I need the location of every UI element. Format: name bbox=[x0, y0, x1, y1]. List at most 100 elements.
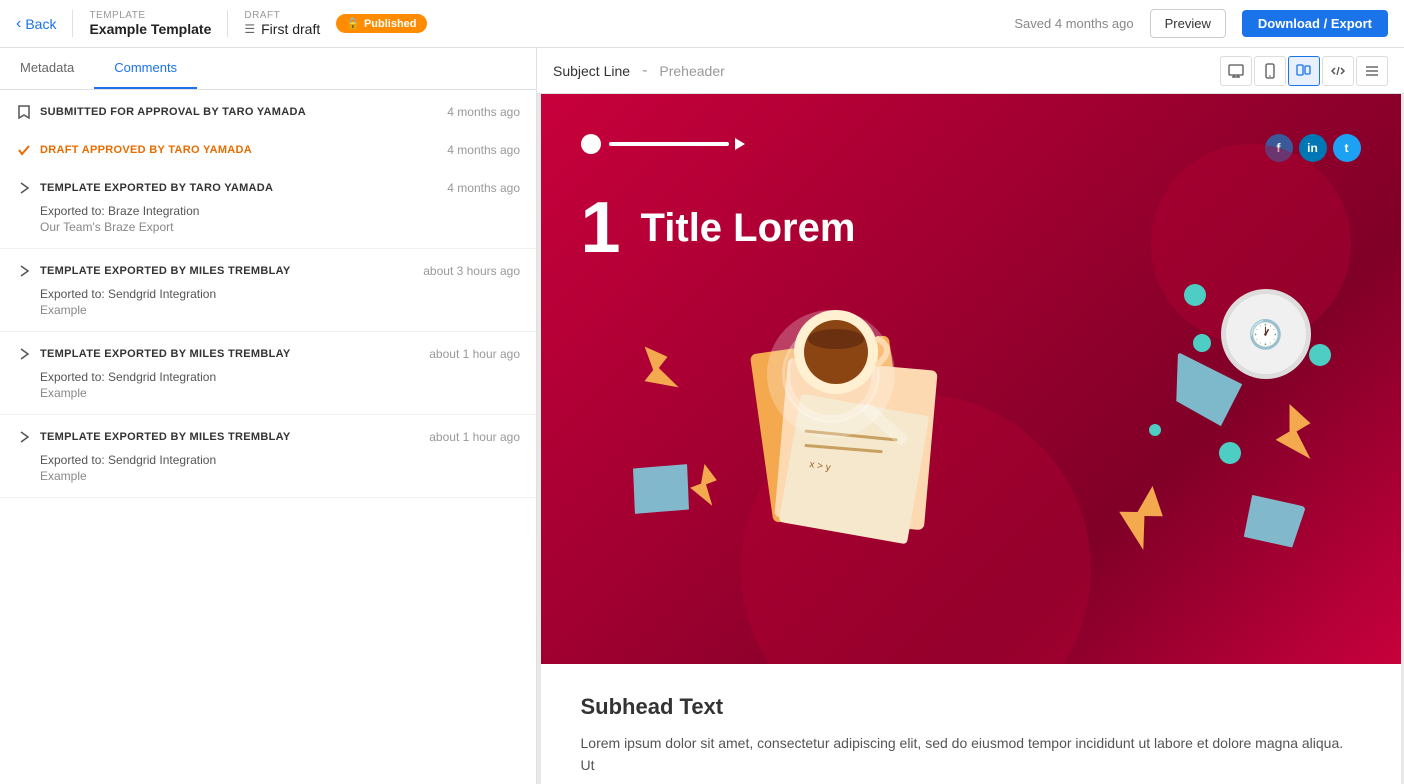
twitter-icon: t bbox=[1333, 134, 1361, 162]
email-content: f in t 1 Title Lorem bbox=[541, 94, 1401, 784]
activity-detail: Exported to: Sendgrid Integration Exampl… bbox=[0, 287, 536, 332]
preview-header: Subject Line - Preheader bbox=[537, 48, 1404, 94]
activity-title: TEMPLATE EXPORTED BY TARO YAMADA bbox=[40, 182, 273, 194]
activity-time: 4 months ago bbox=[447, 181, 520, 195]
detail-sub: Our Team's Braze Export bbox=[40, 220, 520, 234]
desktop-view-button[interactable] bbox=[1220, 56, 1252, 86]
hero-illustration: x > y bbox=[581, 284, 1361, 584]
template-label: TEMPLATE bbox=[89, 10, 211, 21]
activity-list: SUBMITTED FOR APPROVAL BY TARO YAMADA 4 … bbox=[0, 90, 536, 784]
activity-time: about 3 hours ago bbox=[423, 264, 520, 278]
hero-title: Title Lorem bbox=[641, 206, 856, 251]
list-icon: ☰ bbox=[244, 22, 255, 36]
published-label: Published bbox=[364, 18, 417, 30]
activity-time: about 1 hour ago bbox=[429, 430, 520, 444]
body-text: Lorem ipsum dolor sit amet, consectetur … bbox=[581, 732, 1361, 777]
draft-label: DRAFT bbox=[244, 10, 320, 21]
logo-line bbox=[609, 142, 729, 146]
check-icon bbox=[16, 142, 32, 158]
dot-decoration bbox=[1219, 442, 1241, 464]
activity-header: SUBMITTED FOR APPROVAL BY TARO YAMADA 4 … bbox=[0, 90, 536, 128]
dot-decoration bbox=[1193, 334, 1211, 352]
activity-detail: Exported to: Sendgrid Integration Exampl… bbox=[0, 370, 536, 415]
clock-icon: 🕐 bbox=[1221, 289, 1311, 379]
mobile-view-button[interactable] bbox=[1254, 56, 1286, 86]
activity-title: TEMPLATE EXPORTED BY MILES TREMBLAY bbox=[40, 431, 291, 443]
draft-info: DRAFT ☰ First draft bbox=[227, 10, 320, 37]
list-item: TEMPLATE EXPORTED BY MILES TREMBLAY abou… bbox=[0, 332, 536, 415]
list-item: TEMPLATE EXPORTED BY MILES TREMBLAY abou… bbox=[0, 415, 536, 498]
activity-title-approved: DRAFT APPROVED BY TARO YAMADA bbox=[40, 144, 252, 156]
activity-title: TEMPLATE EXPORTED BY MILES TREMBLAY bbox=[40, 348, 291, 360]
hero-logo bbox=[581, 134, 745, 154]
detail-sub: Example bbox=[40, 469, 520, 483]
export-arrow-icon bbox=[16, 429, 32, 445]
list-item: SUBMITTED FOR APPROVAL BY TARO YAMADA 4 … bbox=[0, 90, 536, 128]
export-arrow-icon bbox=[16, 180, 32, 196]
activity-time: 4 months ago bbox=[447, 143, 520, 157]
saved-text: Saved 4 months ago bbox=[1014, 16, 1133, 31]
logo-circle bbox=[581, 134, 601, 154]
activity-title: TEMPLATE EXPORTED BY MILES TREMBLAY bbox=[40, 265, 291, 277]
back-label: Back bbox=[25, 16, 56, 32]
subject-separator: - bbox=[642, 62, 647, 80]
export-arrow-icon bbox=[16, 346, 32, 362]
tab-metadata[interactable]: Metadata bbox=[0, 48, 94, 89]
main-content: Metadata Comments SUBMITTED FOR APPROVAL… bbox=[0, 48, 1404, 784]
list-item: TEMPLATE EXPORTED BY TARO YAMADA 4 month… bbox=[0, 166, 536, 249]
activity-detail: Exported to: Sendgrid Integration Exampl… bbox=[0, 453, 536, 498]
activity-title: SUBMITTED FOR APPROVAL BY TARO YAMADA bbox=[40, 106, 306, 118]
published-badge: 🔒 Published bbox=[336, 14, 426, 33]
back-arrow-icon: ‹ bbox=[16, 15, 21, 33]
template-name: Example Template bbox=[89, 21, 211, 37]
bolt-icon bbox=[1108, 478, 1173, 550]
email-hero: f in t 1 Title Lorem bbox=[541, 94, 1401, 664]
left-panel: Metadata Comments SUBMITTED FOR APPROVAL… bbox=[0, 48, 537, 784]
list-item: TEMPLATE EXPORTED BY MILES TREMBLAY abou… bbox=[0, 249, 536, 332]
activity-header: TEMPLATE EXPORTED BY MILES TREMBLAY abou… bbox=[0, 415, 536, 453]
subhead-text: Subhead Text bbox=[581, 694, 1361, 720]
shape-decoration bbox=[1241, 493, 1306, 551]
teal-dot bbox=[1309, 344, 1331, 366]
activity-time: 4 months ago bbox=[447, 105, 520, 119]
code-view-button[interactable] bbox=[1322, 56, 1354, 86]
detail-label: Exported to: Sendgrid Integration bbox=[40, 370, 520, 384]
teal-dot bbox=[1184, 284, 1206, 306]
draft-name: ☰ First draft bbox=[244, 21, 320, 37]
list-item: DRAFT APPROVED BY TARO YAMADA 4 months a… bbox=[0, 128, 536, 166]
detail-label: Exported to: Sendgrid Integration bbox=[40, 453, 520, 467]
activity-header: DRAFT APPROVED BY TARO YAMADA 4 months a… bbox=[0, 128, 536, 166]
hero-number: 1 bbox=[581, 192, 621, 264]
bookmark-icon bbox=[16, 104, 32, 120]
right-panel: Subject Line - Preheader bbox=[537, 48, 1404, 784]
lock-icon: 🔒 bbox=[346, 17, 360, 30]
activity-header: TEMPLATE EXPORTED BY MILES TREMBLAY abou… bbox=[0, 332, 536, 370]
preview-button[interactable]: Preview bbox=[1150, 9, 1226, 38]
main-illustration: x > y bbox=[641, 284, 1021, 564]
activity-header: TEMPLATE EXPORTED BY MILES TREMBLAY abou… bbox=[0, 249, 536, 287]
template-info: TEMPLATE Example Template bbox=[72, 10, 211, 37]
detail-label: Exported to: Sendgrid Integration bbox=[40, 287, 520, 301]
download-export-button[interactable]: Download / Export bbox=[1242, 10, 1388, 37]
detail-sub: Example bbox=[40, 303, 520, 317]
tab-bar: Metadata Comments bbox=[0, 48, 536, 90]
email-preview: f in t 1 Title Lorem bbox=[537, 94, 1404, 784]
top-bar: ‹ Back TEMPLATE Example Template DRAFT ☰… bbox=[0, 0, 1404, 48]
email-body: Subhead Text Lorem ipsum dolor sit amet,… bbox=[541, 664, 1401, 784]
export-arrow-icon bbox=[16, 263, 32, 279]
activity-time: about 1 hour ago bbox=[429, 347, 520, 361]
list-view-button[interactable] bbox=[1356, 56, 1388, 86]
view-mode-buttons bbox=[1220, 56, 1388, 86]
split-view-button[interactable] bbox=[1288, 56, 1320, 86]
dot-decoration bbox=[1149, 424, 1161, 436]
detail-label: Exported to: Braze Integration bbox=[40, 204, 520, 218]
preheader-text: Preheader bbox=[659, 63, 724, 79]
subject-line: Subject Line bbox=[553, 63, 630, 79]
activity-header: TEMPLATE EXPORTED BY TARO YAMADA 4 month… bbox=[0, 166, 536, 204]
activity-detail: Exported to: Braze Integration Our Team'… bbox=[0, 204, 536, 249]
detail-sub: Example bbox=[40, 386, 520, 400]
back-button[interactable]: ‹ Back bbox=[16, 15, 56, 33]
tab-comments[interactable]: Comments bbox=[94, 48, 197, 89]
bolt-icon bbox=[1276, 404, 1311, 459]
logo-arrow bbox=[735, 138, 745, 150]
